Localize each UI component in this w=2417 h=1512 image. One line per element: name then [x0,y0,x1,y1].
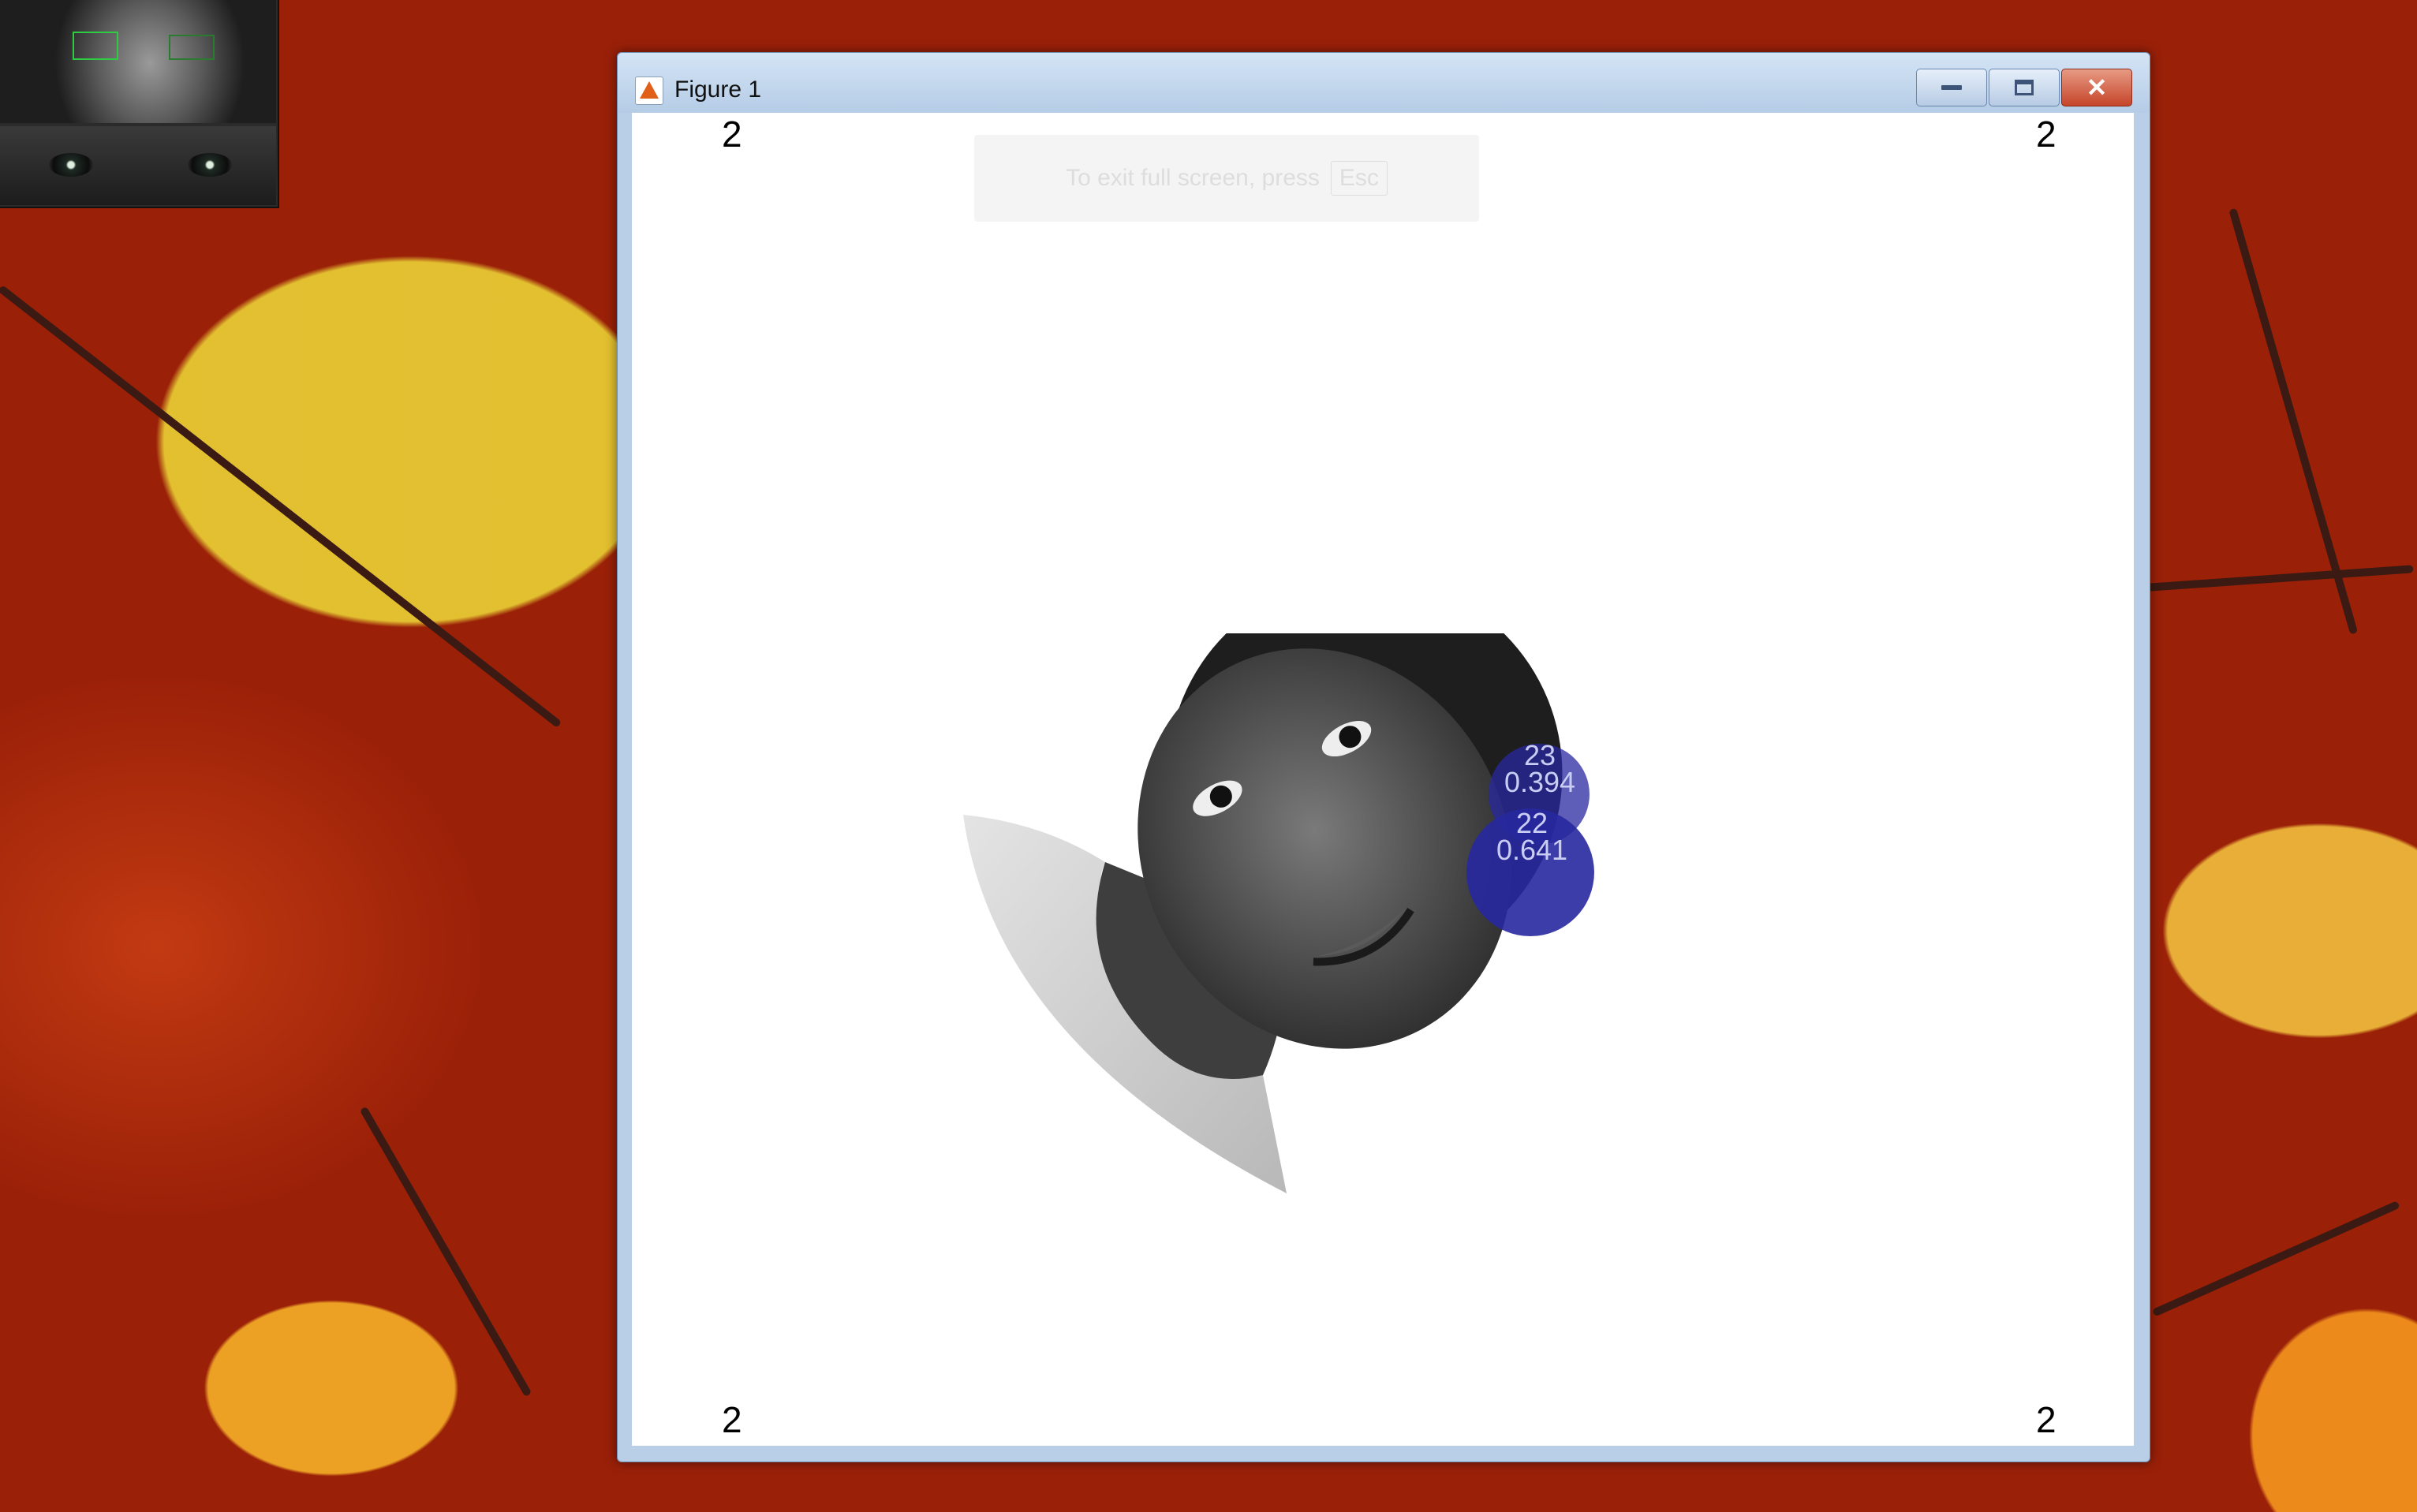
maximize-button[interactable] [1989,69,2060,106]
fullscreen-exit-notice: To exit full screen, press Esc [974,135,1479,222]
face-camera-view [0,0,276,123]
eye-closeup-view [0,126,276,205]
minimize-icon [1941,85,1962,90]
fixation-value-23: 0.394 [1504,766,1576,798]
branch-1 [0,285,562,729]
right-eye-tracking-box [169,35,215,60]
fixation-label-22: 22 0.641 [1473,807,1591,866]
branch-2 [359,1106,532,1398]
eye-tracker-camera-preview [0,0,279,208]
fixation-label-23: 23 0.394 [1481,739,1599,798]
maximize-icon [2015,80,2034,95]
esc-key-hint: Esc [1330,161,1388,196]
close-button[interactable]: ✕ [2061,69,2132,106]
window-title: Figure 1 [674,77,762,103]
face-stimulus-image [963,633,1563,1193]
corner-label-bottom-right: 2 [2036,1399,2057,1440]
fixation-id-23: 23 [1523,739,1556,771]
left-pupil-image [49,153,93,177]
fullscreen-notice-text: To exit full screen, press [1066,165,1320,191]
minimize-button[interactable] [1916,69,1987,106]
fixation-value-22: 0.641 [1496,834,1568,866]
close-icon: ✕ [2086,73,2108,102]
fixation-id-22: 22 [1515,807,1548,839]
matlab-icon [635,77,663,105]
figure-window[interactable]: Figure 1 ✕ To exit full screen, press Es… [617,52,2150,1462]
figure-canvas[interactable]: To exit full screen, press Esc 2 2 2 2 2… [632,113,2134,1446]
left-eye-tracking-box [73,32,118,60]
branch-5 [2228,207,2359,635]
branch-4 [2151,1200,2400,1317]
window-titlebar[interactable]: Figure 1 ✕ [618,53,2150,113]
right-pupil-image [188,153,232,177]
corner-label-bottom-left: 2 [722,1399,742,1440]
corner-label-top-right: 2 [2036,114,2057,155]
branch-3 [2145,565,2414,592]
corner-label-top-left: 2 [722,114,742,155]
